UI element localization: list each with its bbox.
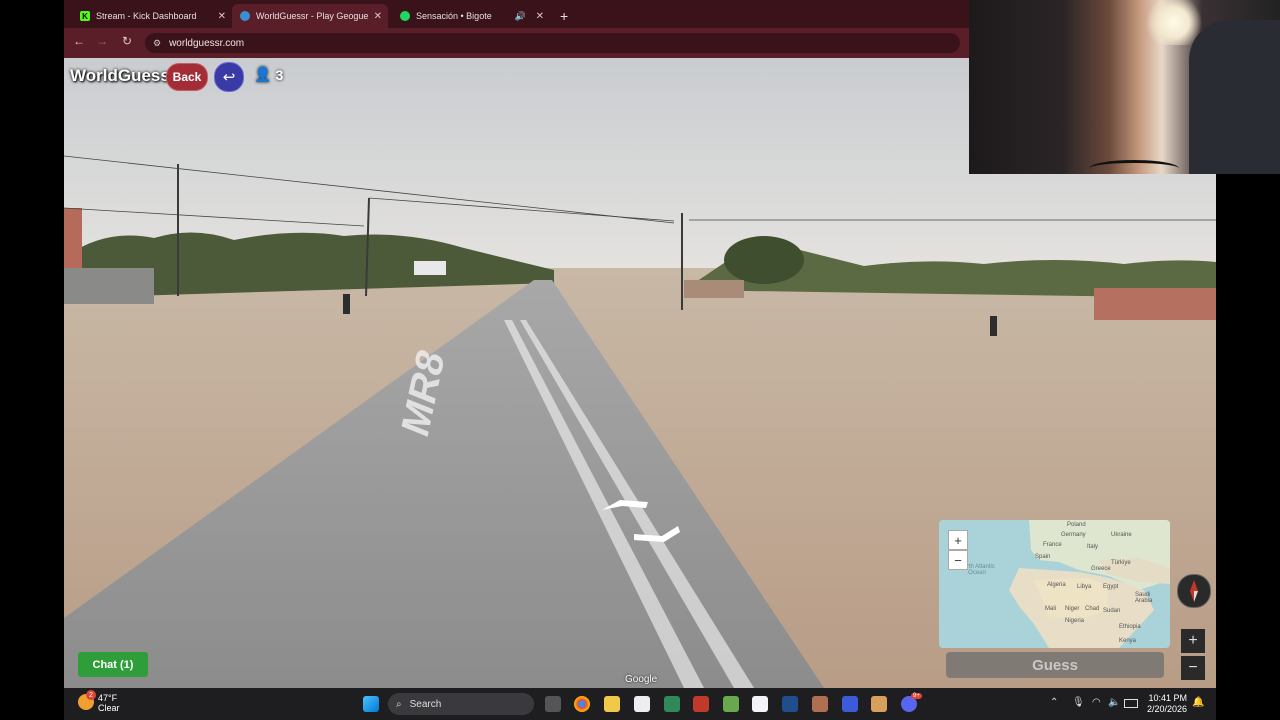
map-label: Italy bbox=[1087, 544, 1099, 550]
wifi-icon[interactable]: ◠ bbox=[1092, 697, 1101, 708]
map-label: France bbox=[1043, 542, 1062, 548]
weather-temp: 47°F bbox=[98, 693, 118, 703]
chevron-up-icon[interactable]: ⌃ bbox=[1050, 697, 1058, 708]
user-icon: 👤 bbox=[254, 66, 272, 82]
notifications-icon[interactable]: 🔔 bbox=[1192, 697, 1204, 708]
tab-kick-dashboard[interactable]: K Stream - Kick Dashboard ✕ bbox=[72, 4, 232, 28]
steering-wheel bbox=[1089, 160, 1179, 174]
chat-button[interactable]: Chat (1) bbox=[78, 652, 148, 677]
webcam-overlay bbox=[969, 0, 1280, 174]
map-label: Saudi Arabia bbox=[1135, 592, 1153, 604]
notepad-icon[interactable] bbox=[752, 696, 768, 712]
player-count-value: 3 bbox=[275, 66, 284, 83]
search-placeholder: Search bbox=[409, 698, 442, 710]
app-icon[interactable] bbox=[664, 696, 680, 712]
back-button[interactable]: Back bbox=[166, 63, 208, 91]
map-label: Algeria bbox=[1047, 582, 1066, 588]
url-text: worldguessr.com bbox=[169, 37, 245, 49]
volume-icon[interactable]: 🔈 bbox=[1108, 697, 1120, 708]
new-tab-button[interactable]: + bbox=[552, 4, 576, 28]
weather-badge: 2 bbox=[86, 690, 96, 700]
tab-label: Sensación • Bigote bbox=[416, 11, 492, 21]
reload-icon[interactable]: ↻ bbox=[119, 34, 135, 48]
google-attribution: Google bbox=[625, 674, 658, 685]
return-to-start-button[interactable]: ↩ bbox=[214, 62, 244, 92]
tab-worldguessr[interactable]: WorldGuessr - Play Geoguessr ✕ bbox=[232, 4, 388, 28]
map-label: Nigeria bbox=[1065, 618, 1085, 624]
spotify-icon bbox=[400, 11, 410, 21]
map-label: Türkiye bbox=[1111, 560, 1131, 566]
worldguessr-logo: WorldGuessr bbox=[70, 66, 177, 85]
return-arrow-icon: ↩ bbox=[222, 69, 236, 86]
map-label: Spain bbox=[1035, 554, 1051, 560]
chrome-icon[interactable] bbox=[574, 696, 590, 712]
taskbar-search[interactable]: ⌕ Search bbox=[388, 693, 534, 715]
kick-icon: K bbox=[80, 11, 90, 21]
player-count: 👤 3 bbox=[254, 66, 283, 83]
store-icon[interactable] bbox=[634, 696, 650, 712]
map-zoom-in-button[interactable]: + bbox=[948, 530, 968, 550]
search-icon: ⌕ bbox=[396, 698, 402, 710]
task-view-icon[interactable] bbox=[545, 696, 561, 712]
browser-tab-bar: K Stream - Kick Dashboard ✕ WorldGuessr … bbox=[64, 0, 969, 28]
map-zoom-out-button[interactable]: − bbox=[948, 550, 968, 570]
map-label: Germany bbox=[1061, 532, 1086, 538]
map-label: Mali bbox=[1045, 606, 1057, 612]
notification-badge: 9+ bbox=[911, 693, 922, 699]
map-label: Ukraine bbox=[1111, 532, 1132, 538]
back-arrow-icon[interactable]: ← bbox=[71, 34, 87, 48]
app-icon[interactable] bbox=[812, 696, 828, 712]
app-icon[interactable] bbox=[693, 696, 709, 712]
url-field[interactable]: ⚙ worldguessr.com bbox=[145, 33, 960, 53]
app-icon[interactable] bbox=[723, 696, 739, 712]
close-tab-icon[interactable]: ✕ bbox=[374, 11, 382, 22]
guess-minimap[interactable]: Poland Germany Ukraine France Italy Spai… bbox=[939, 520, 1170, 648]
forward-arrow-icon[interactable]: → bbox=[94, 34, 110, 48]
person-silhouette bbox=[1189, 20, 1280, 174]
app-icon[interactable] bbox=[842, 696, 858, 712]
weather-widget[interactable]: 47°F Clear bbox=[98, 693, 120, 713]
clock-date: 2/20/2026 bbox=[1146, 704, 1187, 714]
map-label: Chad bbox=[1085, 606, 1100, 612]
clock-time: 10:41 PM bbox=[1148, 693, 1187, 703]
speaker-icon[interactable]: 🔊 bbox=[515, 11, 526, 22]
compass-icon[interactable] bbox=[1177, 574, 1211, 608]
microphone-icon[interactable]: 🎙 bbox=[1072, 697, 1085, 708]
site-info-icon[interactable]: ⚙ bbox=[153, 38, 161, 49]
panorama-zoom-out-button[interactable]: − bbox=[1181, 656, 1205, 680]
close-tab-icon[interactable]: ✕ bbox=[218, 11, 226, 22]
system-clock[interactable]: 10:41 PM 2/20/2026 bbox=[1140, 693, 1187, 715]
map-label: Libya bbox=[1077, 584, 1092, 590]
tab-sensacion-bigote[interactable]: Sensación • Bigote 🔊 ✕ bbox=[392, 4, 550, 28]
app-icon[interactable] bbox=[782, 696, 798, 712]
map-label: Ethiopia bbox=[1119, 624, 1141, 630]
map-label: Kenya bbox=[1119, 638, 1137, 644]
map-label: Greece bbox=[1091, 566, 1111, 572]
map-label: Poland bbox=[1067, 522, 1086, 528]
map-label: Niger bbox=[1065, 606, 1080, 612]
map-label: Egypt bbox=[1103, 584, 1119, 590]
app-icon[interactable] bbox=[871, 696, 887, 712]
tab-label: Stream - Kick Dashboard bbox=[96, 11, 197, 21]
guess-button[interactable]: Guess bbox=[946, 652, 1164, 678]
globe-icon bbox=[240, 11, 250, 21]
close-tab-icon[interactable]: ✕ bbox=[536, 11, 544, 22]
windows-start-icon[interactable] bbox=[363, 696, 379, 712]
map-label: Sudan bbox=[1103, 608, 1121, 614]
tab-label: WorldGuessr - Play Geoguessr bbox=[256, 11, 368, 21]
file-explorer-icon[interactable] bbox=[604, 696, 620, 712]
panorama-zoom-in-button[interactable]: + bbox=[1181, 629, 1205, 653]
battery-icon[interactable] bbox=[1124, 699, 1138, 708]
weather-desc: Clear bbox=[98, 703, 120, 713]
